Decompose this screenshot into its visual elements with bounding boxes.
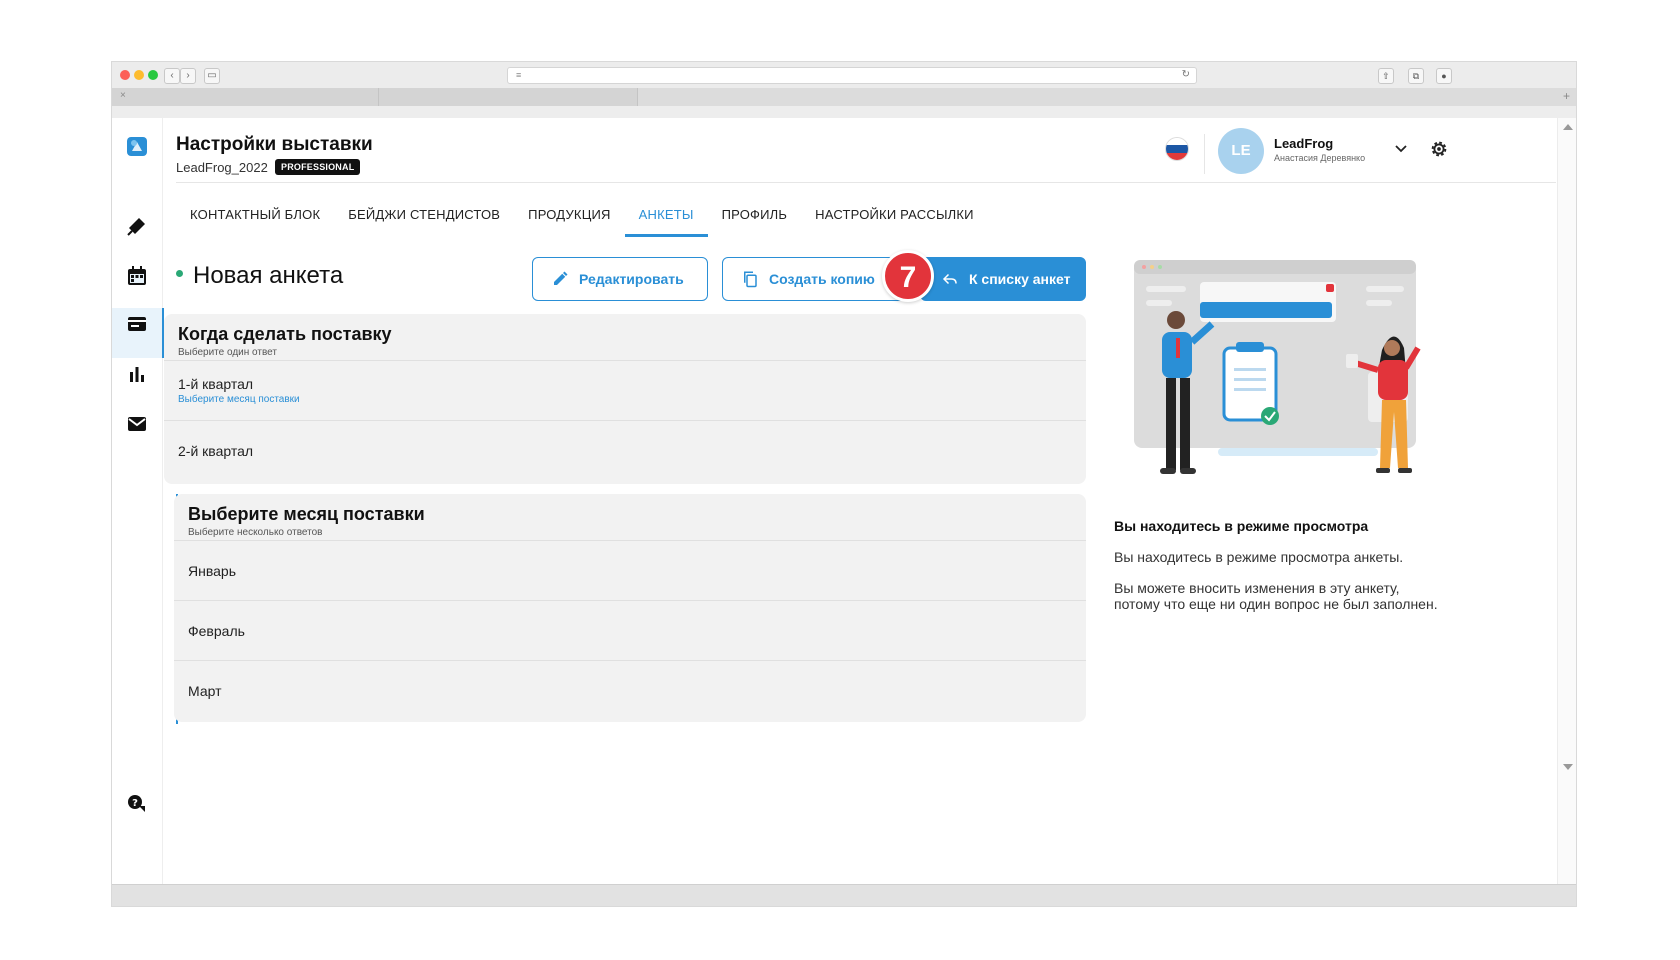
tab-mailing-settings[interactable]: НАСТРОЙКИ РАССЫЛКИ	[801, 198, 988, 234]
view-mode-title: Вы находитесь в режиме просмотра	[1114, 518, 1369, 534]
option-label: Февраль	[188, 622, 245, 639]
back-to-list-label: К списку анкет	[969, 271, 1071, 287]
new-tab-icon[interactable]: +	[1563, 89, 1570, 103]
browser-tab[interactable]: ×	[112, 88, 379, 106]
edit-button[interactable]: Редактировать	[532, 257, 708, 301]
option-label: Март	[188, 682, 222, 699]
question-card: Выберите месяц поставки Выберите несколь…	[174, 494, 1086, 722]
reply-arrow-icon	[942, 273, 957, 285]
option-branch-link[interactable]: Выберите месяц поставки	[178, 394, 1072, 405]
header-divider-line	[176, 182, 1556, 183]
form-title-text: Новая анкета	[193, 262, 344, 289]
avatar[interactable]: LE	[1218, 128, 1264, 174]
user-fullname: Анастасия Деревянко	[1274, 153, 1366, 163]
list-item: 2-й квартал	[164, 420, 1086, 480]
gear-icon[interactable]	[1428, 138, 1450, 160]
maximize-window-button[interactable]	[148, 70, 158, 80]
extension-icon[interactable]: ●	[1436, 68, 1452, 84]
chrome-gap	[112, 106, 1576, 118]
tab-profile[interactable]: ПРОФИЛЬ	[708, 198, 802, 234]
browser-tab[interactable]	[379, 88, 638, 106]
form-title: Новая анкета	[176, 262, 343, 290]
tab-forms[interactable]: АНКЕТЫ	[624, 198, 708, 237]
forward-icon[interactable]: ›	[180, 68, 196, 84]
bar-chart-icon[interactable]	[125, 362, 149, 386]
pencil-icon	[554, 271, 568, 285]
list-item: 1-й квартал Выберите месяц поставки	[164, 360, 1086, 420]
question-subtitle: Выберите несколько ответов	[188, 527, 323, 538]
list-item: Март	[174, 660, 1086, 720]
page-title: Настройки выставки	[176, 134, 373, 155]
minimize-window-button[interactable]	[134, 70, 144, 80]
reader-icon: ≡	[516, 70, 522, 80]
leadfrog-logo-icon[interactable]	[125, 134, 149, 158]
exhibition-name: LeadFrog_2022	[176, 160, 268, 175]
mail-icon[interactable]	[125, 412, 149, 436]
question-header: Когда сделать поставку Выберите один отв…	[164, 314, 1086, 360]
user-name: LeadFrog	[1274, 136, 1334, 151]
view-mode-text: Вы находитесь в режиме просмотра анкеты.	[1114, 549, 1404, 565]
list-item: Февраль	[174, 600, 1086, 660]
question-title: Когда сделать поставку	[178, 324, 392, 344]
back-to-list-button[interactable]: К списку анкет	[920, 257, 1086, 301]
question-header: Выберите месяц поставки Выберите несколь…	[174, 494, 1086, 540]
help-chat-icon[interactable]: ?	[125, 792, 149, 816]
reload-icon[interactable]: ↻	[1182, 69, 1190, 80]
view-mode-note: Вы можете вносить изменения в эту анкету…	[1114, 580, 1438, 612]
tabs-overview-icon[interactable]: ⧉	[1408, 68, 1424, 84]
status-dot	[176, 270, 183, 278]
window-bottom-bar	[112, 884, 1576, 906]
tab-contact-block[interactable]: КОНТАКТНЫЙ БЛОК	[176, 198, 334, 234]
calendar-icon[interactable]	[125, 264, 149, 288]
scroll-down-icon[interactable]	[1563, 764, 1573, 770]
tab-products[interactable]: ПРОДУКЦИЯ	[514, 198, 625, 234]
option-label: 2-й квартал	[178, 442, 254, 459]
browser-titlebar: ‹ › ▭ ≡ ↻ ⇧ ⧉ ●	[112, 62, 1576, 89]
question-subtitle: Выберите один ответ	[178, 347, 277, 358]
tab-close-icon[interactable]: ×	[120, 90, 126, 101]
view-mode-illustration	[1134, 260, 1421, 474]
edit-button-label: Редактировать	[579, 271, 684, 287]
step-number-badge: 7	[882, 250, 934, 302]
address-bar[interactable]: ≡ ↻	[507, 67, 1197, 84]
list-item: Январь	[174, 540, 1086, 600]
copy-icon	[744, 271, 757, 288]
back-icon[interactable]: ‹	[164, 68, 180, 84]
browser-window: ‹ › ▭ ≡ ↻ ⇧ ⧉ ● × + ? Настройки выставки…	[112, 62, 1576, 906]
question-card: Когда сделать поставку Выберите один отв…	[164, 314, 1086, 484]
sidebar-toggle-icon[interactable]: ▭	[204, 68, 220, 84]
section-tabs: КОНТАКТНЫЙ БЛОК БЕЙДЖИ СТЕНДИСТОВ ПРОДУК…	[176, 198, 988, 238]
browser-tab-strip: × +	[112, 88, 1576, 107]
tab-staff-badges[interactable]: БЕЙДЖИ СТЕНДИСТОВ	[334, 198, 514, 234]
scroll-up-icon[interactable]	[1563, 124, 1573, 130]
svg-text:?: ?	[132, 798, 138, 809]
app-sidebar: ?	[112, 118, 164, 884]
option-label: 1-й квартал	[178, 376, 254, 392]
copy-button-label: Создать копию	[769, 271, 875, 287]
share-icon[interactable]: ⇧	[1378, 68, 1394, 84]
close-window-button[interactable]	[120, 70, 130, 80]
ticket-icon[interactable]	[125, 214, 149, 238]
header-divider	[1204, 134, 1205, 174]
chevron-down-icon[interactable]	[1394, 142, 1408, 156]
card-icon[interactable]	[125, 312, 149, 336]
russian-flag-icon[interactable]	[1166, 138, 1188, 160]
option-label: Январь	[188, 562, 236, 579]
plan-badge: PROFESSIONAL	[275, 159, 361, 175]
page-scrollbar[interactable]	[1557, 118, 1576, 884]
question-title: Выберите месяц поставки	[188, 504, 425, 524]
